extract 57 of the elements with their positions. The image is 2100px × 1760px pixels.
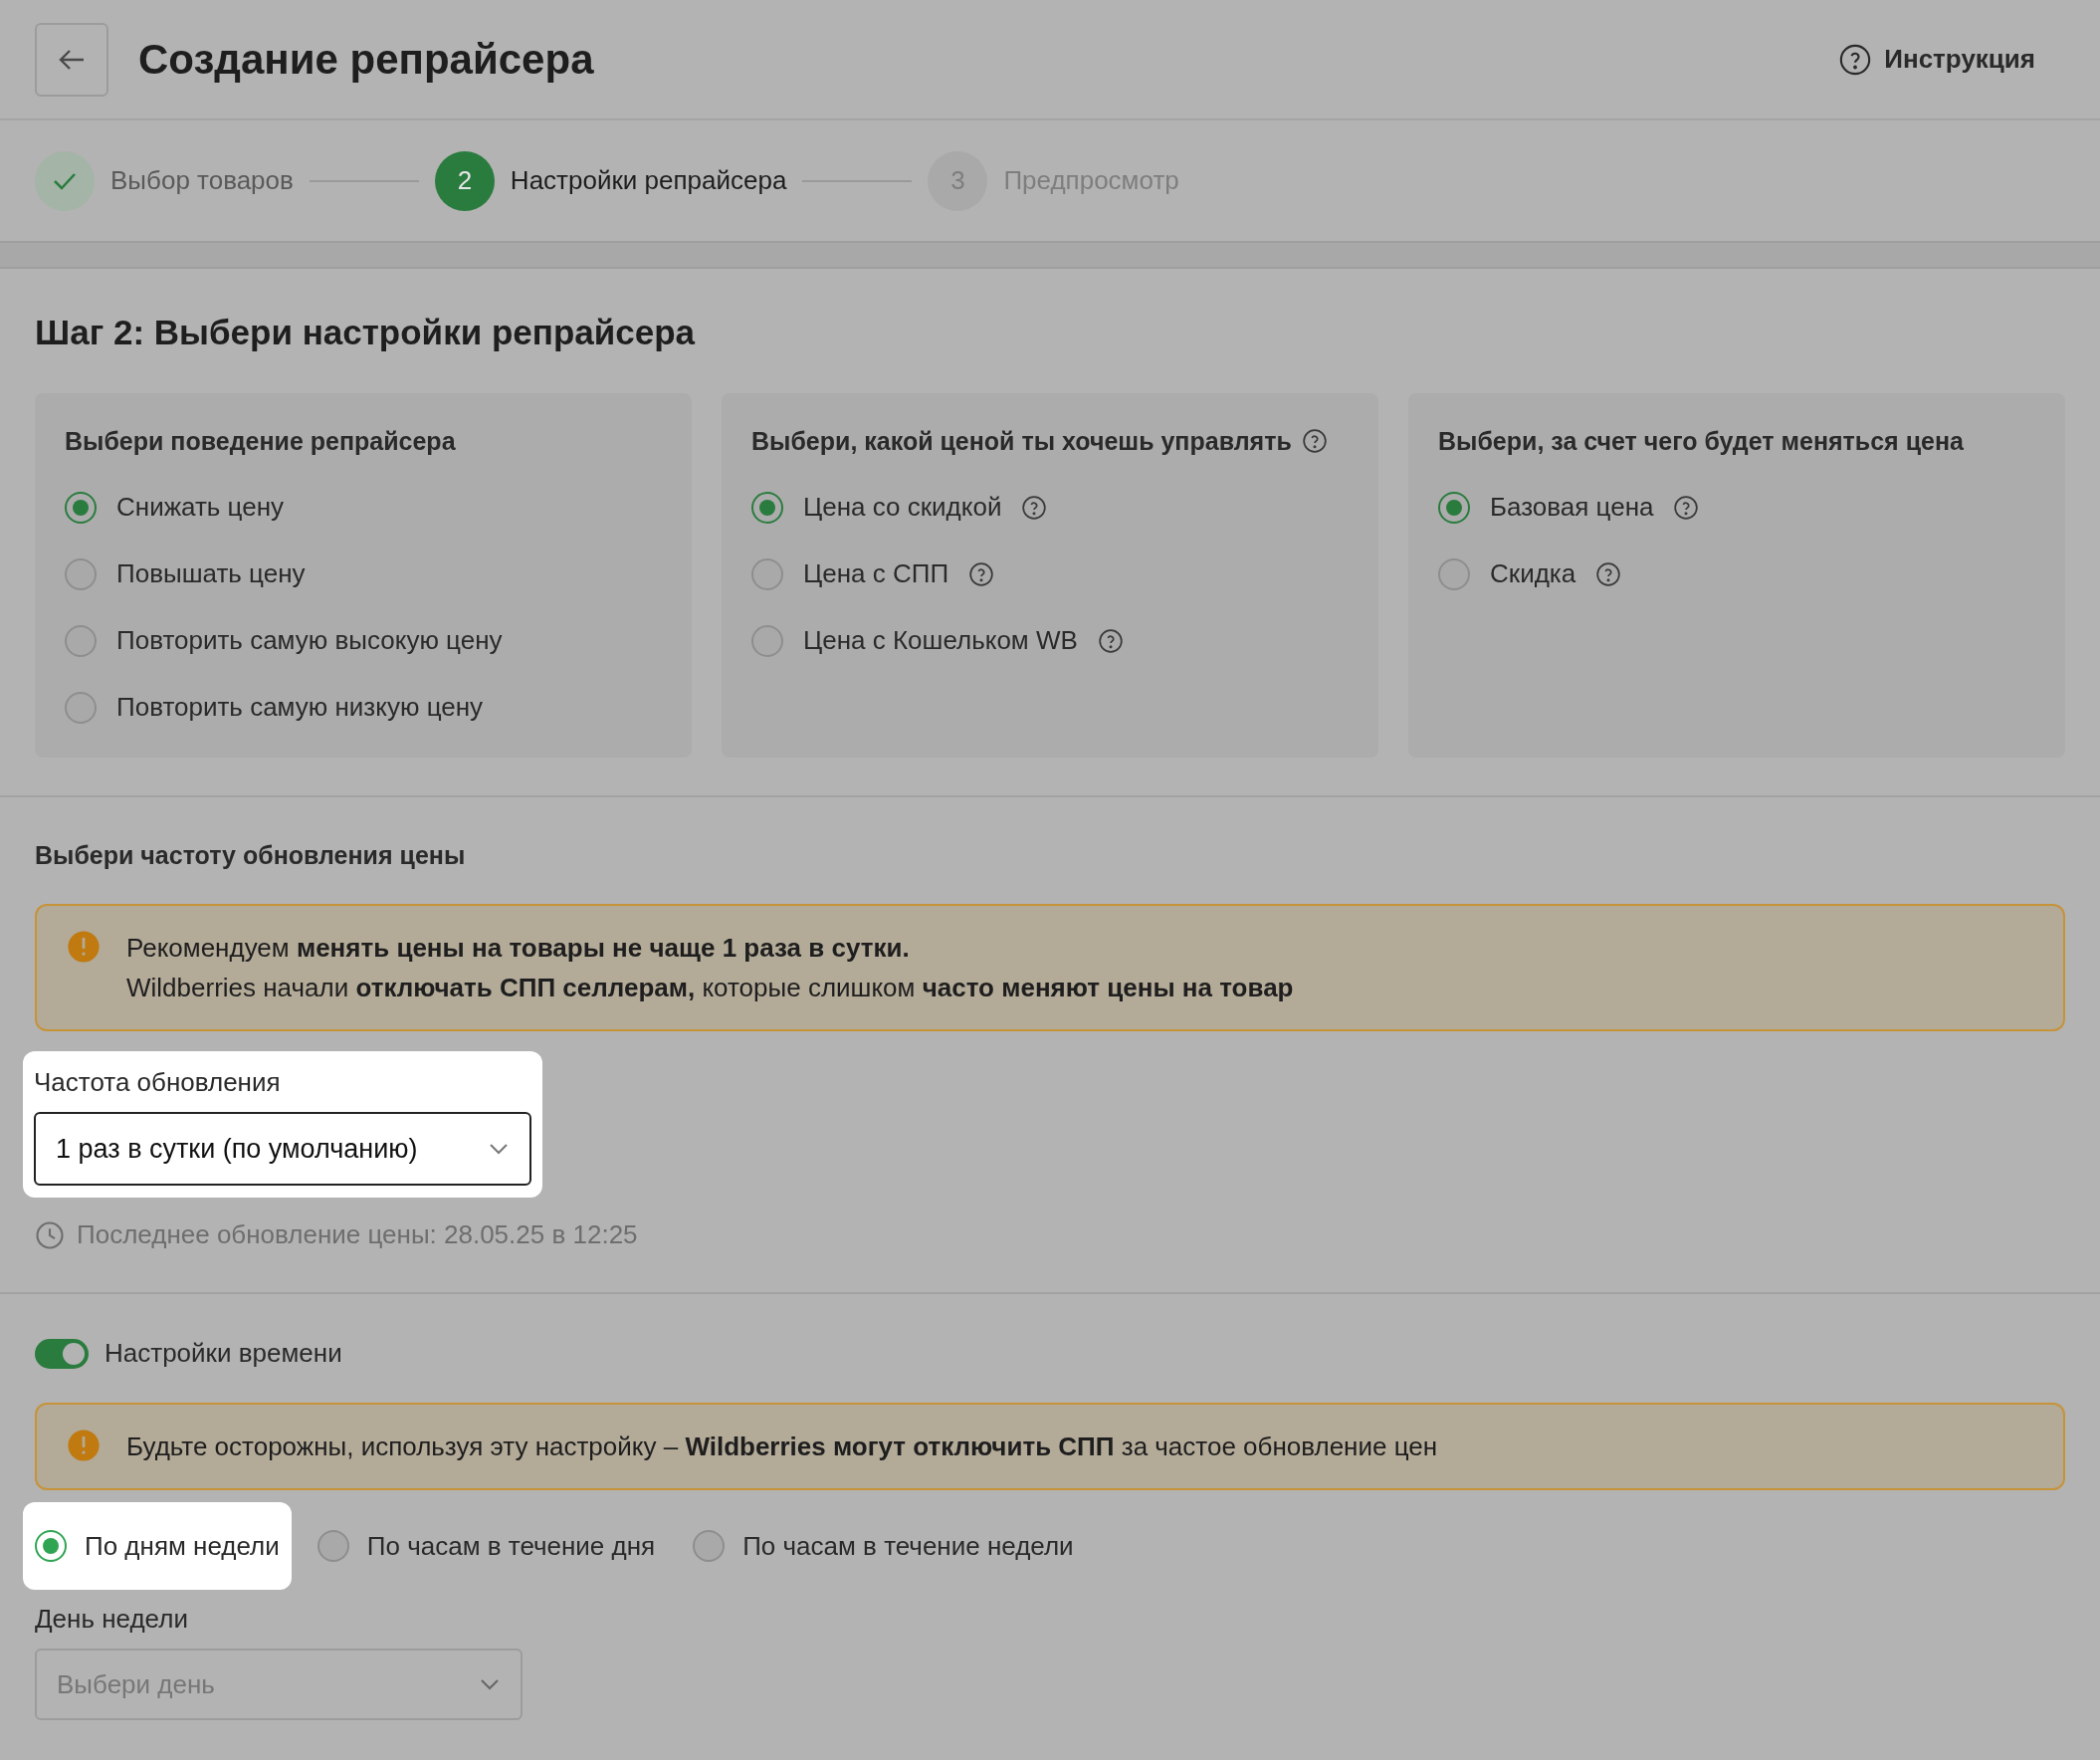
option-label: Цена с СПП: [803, 557, 949, 590]
alert-text: Wildberries начали отключать СПП селлерам, которые слишком часто меняют цены на товар: [126, 972, 1294, 1004]
option-label: Повторить самую низкую цену: [116, 691, 484, 724]
radio-button[interactable]: [693, 1530, 726, 1562]
help-icon: [1838, 42, 1873, 77]
page-title: Создание репрайсера: [138, 35, 594, 85]
alert-text: Рекомендуем менять цены на товары не чаще 1 раза в сутки.: [126, 932, 911, 965]
toggle-switch[interactable]: [35, 1338, 89, 1369]
warning-icon: [67, 1429, 101, 1462]
field-label: День недели: [34, 1603, 189, 1636]
option-label: Скидка: [1490, 557, 1576, 590]
help-icon[interactable]: [1595, 560, 1622, 587]
mode-option[interactable]: По часам в течение недели: [681, 1502, 1086, 1590]
radio-button[interactable]: [65, 557, 97, 590]
help-icon[interactable]: [1301, 428, 1328, 455]
toggle-label: Настройки времени: [105, 1337, 342, 1370]
clock-icon: [35, 1219, 65, 1250]
step-label: Выбор товаров: [110, 164, 294, 197]
chevron-down-icon: [488, 1142, 510, 1156]
option-label: Повторить самую высокую цену: [116, 624, 503, 657]
option-label: Снижать цену: [116, 491, 285, 524]
alert-text: Будьте осторожны, используя эту настройку – Wildberries могут отключить СПП за частое обновление цен: [126, 1430, 1438, 1463]
radio-button[interactable]: [65, 624, 97, 657]
frequency-select[interactable]: 1 раз в сутки (по умолчанию): [34, 1112, 531, 1186]
card-title: Выбери, за счет чего будет меняться цена: [1438, 425, 1964, 457]
field-label: Частота обновления: [34, 1066, 282, 1099]
option-label: Повышать цену: [116, 557, 306, 590]
step-number: 2: [434, 150, 495, 211]
help-icon[interactable]: [1097, 627, 1124, 654]
last-update-text: Последнее обновление цены: 28.05.25 в 12:25: [77, 1218, 638, 1251]
step-label: Настройки репрайсера: [510, 164, 787, 197]
mode-option[interactable]: По дням недели: [23, 1502, 292, 1590]
radio-button[interactable]: [751, 624, 783, 657]
radio-button[interactable]: [1438, 557, 1470, 590]
option-label: Цена с Кошельком WB: [803, 624, 1078, 657]
mode-option[interactable]: По часам в течение дня: [305, 1502, 668, 1590]
radio-button[interactable]: [751, 557, 783, 590]
option-label: Базовая цена: [1490, 491, 1654, 524]
option-label: Цена со скидкой: [803, 491, 1002, 524]
section-heading: Шаг 2: Выбери настройки репрайсера: [34, 312, 697, 353]
instruction-link[interactable]: Инструкция: [1838, 40, 2035, 79]
radio-button[interactable]: [751, 491, 783, 524]
help-icon[interactable]: [1021, 494, 1048, 521]
card-title: Выбери поведение репрайсера: [65, 425, 456, 457]
radio-button[interactable]: [1438, 491, 1470, 524]
radio-button[interactable]: [316, 1530, 349, 1562]
back-button[interactable]: [35, 22, 108, 97]
arrow-left-icon: [58, 47, 86, 72]
radio-button[interactable]: [65, 491, 97, 524]
card-title: Выбери, какой ценой ты хочешь управлять: [751, 425, 1292, 457]
section-title: Выбери частоту обновления цены: [34, 839, 467, 871]
help-icon[interactable]: [1673, 494, 1700, 521]
chevron-down-icon: [479, 1677, 501, 1691]
help-icon[interactable]: [968, 560, 995, 587]
radio-button[interactable]: [65, 691, 97, 724]
warning-icon: [67, 930, 101, 964]
radio-button[interactable]: [35, 1530, 67, 1562]
